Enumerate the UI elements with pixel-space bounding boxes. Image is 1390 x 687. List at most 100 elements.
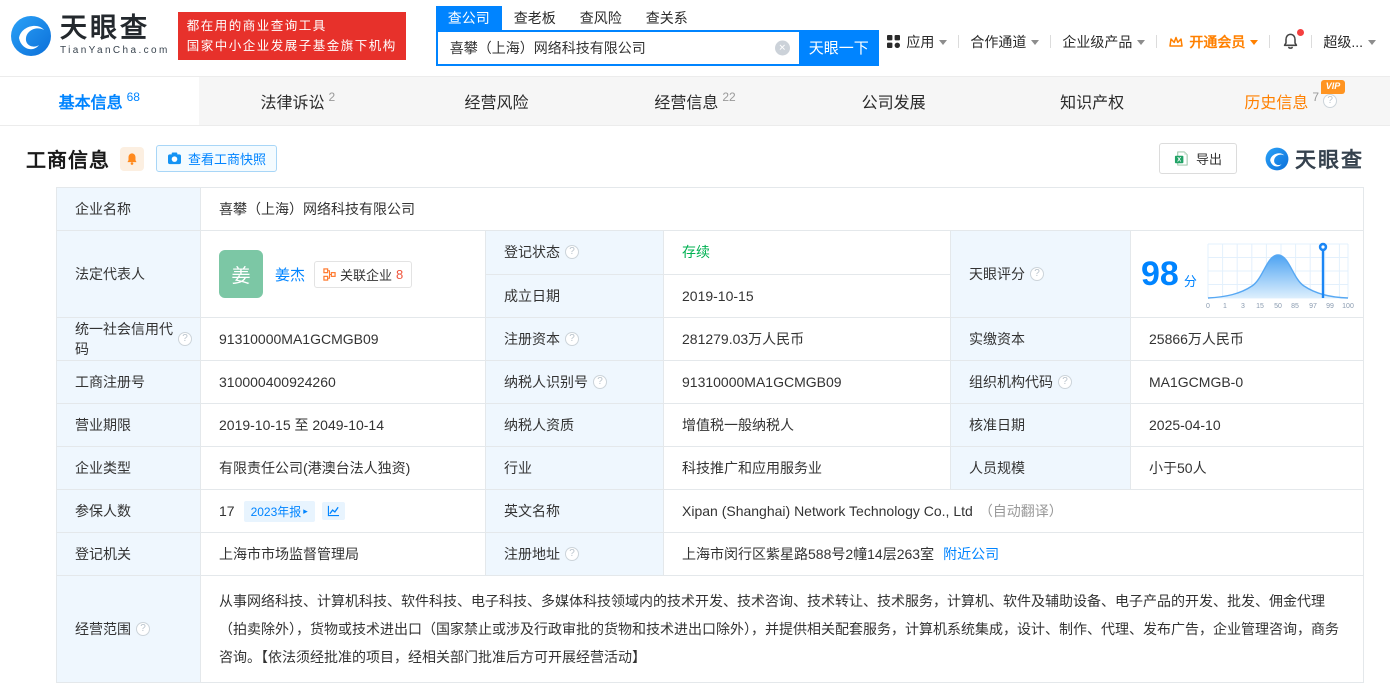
table-row: 成立日期 2019-10-15 (486, 274, 951, 318)
logo-swirl-icon (1265, 147, 1289, 170)
nearby-companies-link[interactable]: 附近公司 (943, 544, 999, 564)
chevron-down-icon (939, 40, 948, 45)
help-icon[interactable]: ? (565, 245, 579, 260)
svg-text:1: 1 (1223, 303, 1227, 310)
divider (1156, 35, 1158, 48)
related-companies-label: 关联企业 (340, 267, 393, 283)
section-title: 工商信息 (26, 150, 110, 172)
nav-enterprise-product[interactable]: 企业级产品 (1062, 32, 1146, 52)
taxpayer-id-value: 91310000MA1GCMGB09 (664, 361, 951, 404)
field-label: 工商注册号 (57, 361, 201, 404)
search-bar: ✕ 天眼一下 (435, 29, 879, 66)
nav-cooperation-label: 合作通道 (970, 33, 1027, 50)
field-label: 核准日期 (951, 404, 1131, 447)
tab-basic-info[interactable]: 基本信息 68 (0, 77, 199, 125)
tianyancha-company-page: 天眼查 TianYanCha.com 都在用的商业查询工具 国家中小企业发展子基… (0, 0, 1390, 687)
reg-address-value: 上海市闵行区紫星路588号2幢14层263室 (682, 546, 935, 562)
staff-size-value: 小于50人 (1131, 447, 1364, 490)
tab-count: 2 (328, 90, 336, 104)
nav-super-vip[interactable]: 超级... (1323, 32, 1376, 52)
search-tab-relation[interactable]: 查关系 (634, 6, 700, 30)
grid-apps-icon (887, 35, 901, 48)
line-chart-icon (327, 505, 339, 517)
notifications-bell[interactable] (1281, 29, 1305, 51)
field-label: 统一社会信用代码 ? (57, 318, 201, 361)
org-code-value: MA1GCMGB-0 (1131, 361, 1364, 404)
table-row: 营业期限 2019-10-15 至 2049-10-14 纳税人资质 增值税一般… (57, 404, 1364, 447)
business-term-value: 2019-10-15 至 2049-10-14 (201, 404, 486, 447)
business-info-table: 企业名称 喜攀（上海）网络科技有限公司 法定代表人 姜 姜杰 关联企业 8 登记… (56, 187, 1364, 683)
nav-cooperation[interactable]: 合作通道 (970, 32, 1040, 52)
nav-open-vip[interactable]: 开通会员 (1168, 32, 1259, 52)
help-icon[interactable]: ? (1058, 375, 1072, 389)
help-icon[interactable]: ? (593, 375, 607, 389)
help-icon[interactable]: ? (136, 622, 150, 636)
field-label: 纳税人资质 (486, 404, 664, 447)
tianyancha-logo[interactable]: 天眼查 TianYanCha.com (10, 15, 170, 57)
search-tab-boss[interactable]: 查老板 (502, 6, 568, 30)
tab-label: 经营风险 (464, 95, 529, 112)
watermark-logo: 天眼查 (1265, 144, 1364, 174)
help-icon[interactable]: ? (178, 332, 192, 346)
tab-company-development[interactable]: 公司发展 (794, 77, 993, 125)
status-date-subtable: 登记状态 ? 存续 成立日期 2019-10-15 (486, 231, 951, 318)
export-button[interactable]: X 导出 (1158, 143, 1237, 174)
arrow-right-icon: ▸ (303, 505, 308, 516)
search-button[interactable]: 天眼一下 (798, 29, 879, 66)
clear-search-icon[interactable]: ✕ (774, 40, 790, 55)
tab-legal-litigation[interactable]: 法律诉讼 2 (199, 77, 398, 125)
search-input[interactable] (435, 29, 799, 66)
tianyan-score-cell: 98 分 0 1 3 15 50 85 97 99 100 (1131, 231, 1364, 318)
field-label: 成立日期 (486, 274, 664, 318)
legal-rep-link[interactable]: 姜杰 (275, 264, 305, 285)
nav-super-vip-label: 超级... (1323, 33, 1363, 50)
subscribe-alert-button[interactable] (120, 146, 144, 171)
status-badge: 存续 (682, 244, 710, 261)
svg-text:15: 15 (1256, 303, 1264, 310)
tab-intellectual-property[interactable]: 知识产权 (993, 77, 1192, 125)
bell-icon (127, 152, 137, 165)
logo-domain: TianYanCha.com (60, 45, 170, 56)
view-snapshot-button[interactable]: 查看工商快照 (156, 145, 278, 172)
logo-brand: 天眼查 (60, 13, 150, 43)
chevron-down-icon (1031, 40, 1040, 45)
field-label: 行业 (486, 447, 664, 490)
promo-line-1: 都在用的商业查询工具 (186, 18, 327, 33)
avatar[interactable]: 姜 (219, 250, 263, 298)
field-label: 法定代表人 (57, 231, 201, 318)
table-row: 登记机关 上海市市场监督管理局 注册地址 ? 上海市闵行区紫星路588号2幢14… (57, 533, 1364, 576)
nav-apps[interactable]: 应用 (886, 32, 948, 52)
search-tab-risk[interactable]: 查风险 (568, 6, 634, 30)
org-chart-icon (323, 267, 336, 281)
annual-report-badge[interactable]: 2023年报 ▸ (243, 500, 315, 522)
tab-operation-risk[interactable]: 经营风险 (397, 77, 596, 125)
svg-text:85: 85 (1291, 303, 1299, 310)
table-row: 企业名称 喜攀（上海）网络科技有限公司 (57, 188, 1364, 231)
trend-chart-button[interactable] (321, 502, 345, 520)
industry-value: 科技推广和应用服务业 (664, 447, 951, 490)
related-companies-badge[interactable]: 关联企业 8 (314, 260, 413, 288)
chevron-down-icon (1137, 40, 1146, 45)
table-row: 工商注册号 310000400924260 纳税人识别号 ? 91310000M… (57, 361, 1364, 404)
table-row: 法定代表人 姜 姜杰 关联企业 8 登记状态 ? 存续 成立日期 2019-10… (57, 231, 1364, 318)
help-icon[interactable]: ? (565, 547, 579, 561)
field-label: 人员规模 (951, 447, 1131, 490)
field-label: 注册地址 ? (486, 533, 664, 576)
credit-code-value: 91310000MA1GCMGB09 (201, 318, 486, 361)
field-label: 天眼评分 ? (951, 231, 1131, 318)
table-row: 统一社会信用代码 ? 91310000MA1GCMGB09 注册资本 ? 281… (57, 318, 1364, 361)
tab-business-info[interactable]: 经营信息 22 (596, 77, 795, 125)
reg-authority-value: 上海市市场监督管理局 (201, 533, 486, 576)
table-row: 参保人数 17 2023年报 ▸ 英文名称 Xipan (Shanghai) N… (57, 490, 1364, 533)
svg-text:3: 3 (1241, 303, 1245, 310)
tab-history-info[interactable]: VIP 历史信息 7 ? (1191, 77, 1390, 125)
divider (958, 35, 960, 48)
promo-line-2: 国家中小企业发展子基金旗下机构 (186, 38, 397, 53)
help-icon[interactable]: ? (565, 332, 579, 346)
main-content: 工商信息 查看工商快照 X 导出 天眼查 企业名称 喜攀（上海）网络科技有限公司… (0, 126, 1390, 683)
search-tab-company[interactable]: 查公司 (435, 5, 502, 30)
field-label: 实缴资本 (951, 318, 1131, 361)
header-nav: 应用 合作通道 企业级产品 开通会员 超级... (886, 20, 1376, 52)
help-icon[interactable]: ? (1030, 267, 1044, 281)
help-icon[interactable]: ? (1323, 94, 1338, 108)
